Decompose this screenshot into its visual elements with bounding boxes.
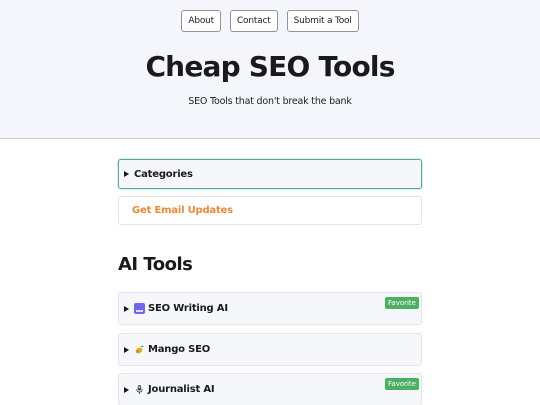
- seo-writing-ai-logo-icon: [134, 303, 145, 314]
- favorite-badge: Favorite: [385, 297, 419, 309]
- tool-name: Journalist AI: [148, 384, 215, 395]
- page-subtitle: SEO Tools that don't break the bank: [188, 96, 352, 107]
- favorite-badge: Favorite: [385, 378, 419, 390]
- disclosure-triangle-icon: [124, 386, 129, 393]
- submit-tool-button[interactable]: Submit a Tool: [286, 10, 359, 32]
- microphone-icon: [134, 384, 145, 395]
- email-updates-card: Get Email Updates: [118, 196, 422, 225]
- tool-name: Mango SEO: [148, 344, 211, 355]
- about-button[interactable]: About: [181, 10, 221, 32]
- disclosure-triangle-icon: [124, 305, 129, 312]
- email-updates-link[interactable]: Get Email Updates: [132, 205, 233, 216]
- tool-item-journalist-ai[interactable]: Journalist AI Favorite: [118, 373, 422, 405]
- categories-label: Categories: [134, 168, 193, 180]
- site-header: About Contact Submit a Tool Cheap SEO To…: [0, 0, 540, 139]
- contact-button[interactable]: Contact: [229, 10, 278, 32]
- tool-item-mango-seo[interactable]: Mango SEO: [118, 333, 422, 366]
- section-title: AI Tools: [118, 254, 193, 275]
- mango-icon: [134, 344, 145, 355]
- page-title: Cheap SEO Tools: [145, 50, 395, 83]
- disclosure-triangle-icon: [124, 171, 129, 177]
- top-nav: About Contact Submit a Tool: [0, 10, 540, 32]
- tool-name: SEO Writing AI: [148, 303, 228, 314]
- categories-toggle[interactable]: Categories: [118, 159, 422, 189]
- tool-item-seo-writing-ai[interactable]: SEO Writing AI Favorite: [118, 292, 422, 325]
- disclosure-triangle-icon: [124, 346, 129, 353]
